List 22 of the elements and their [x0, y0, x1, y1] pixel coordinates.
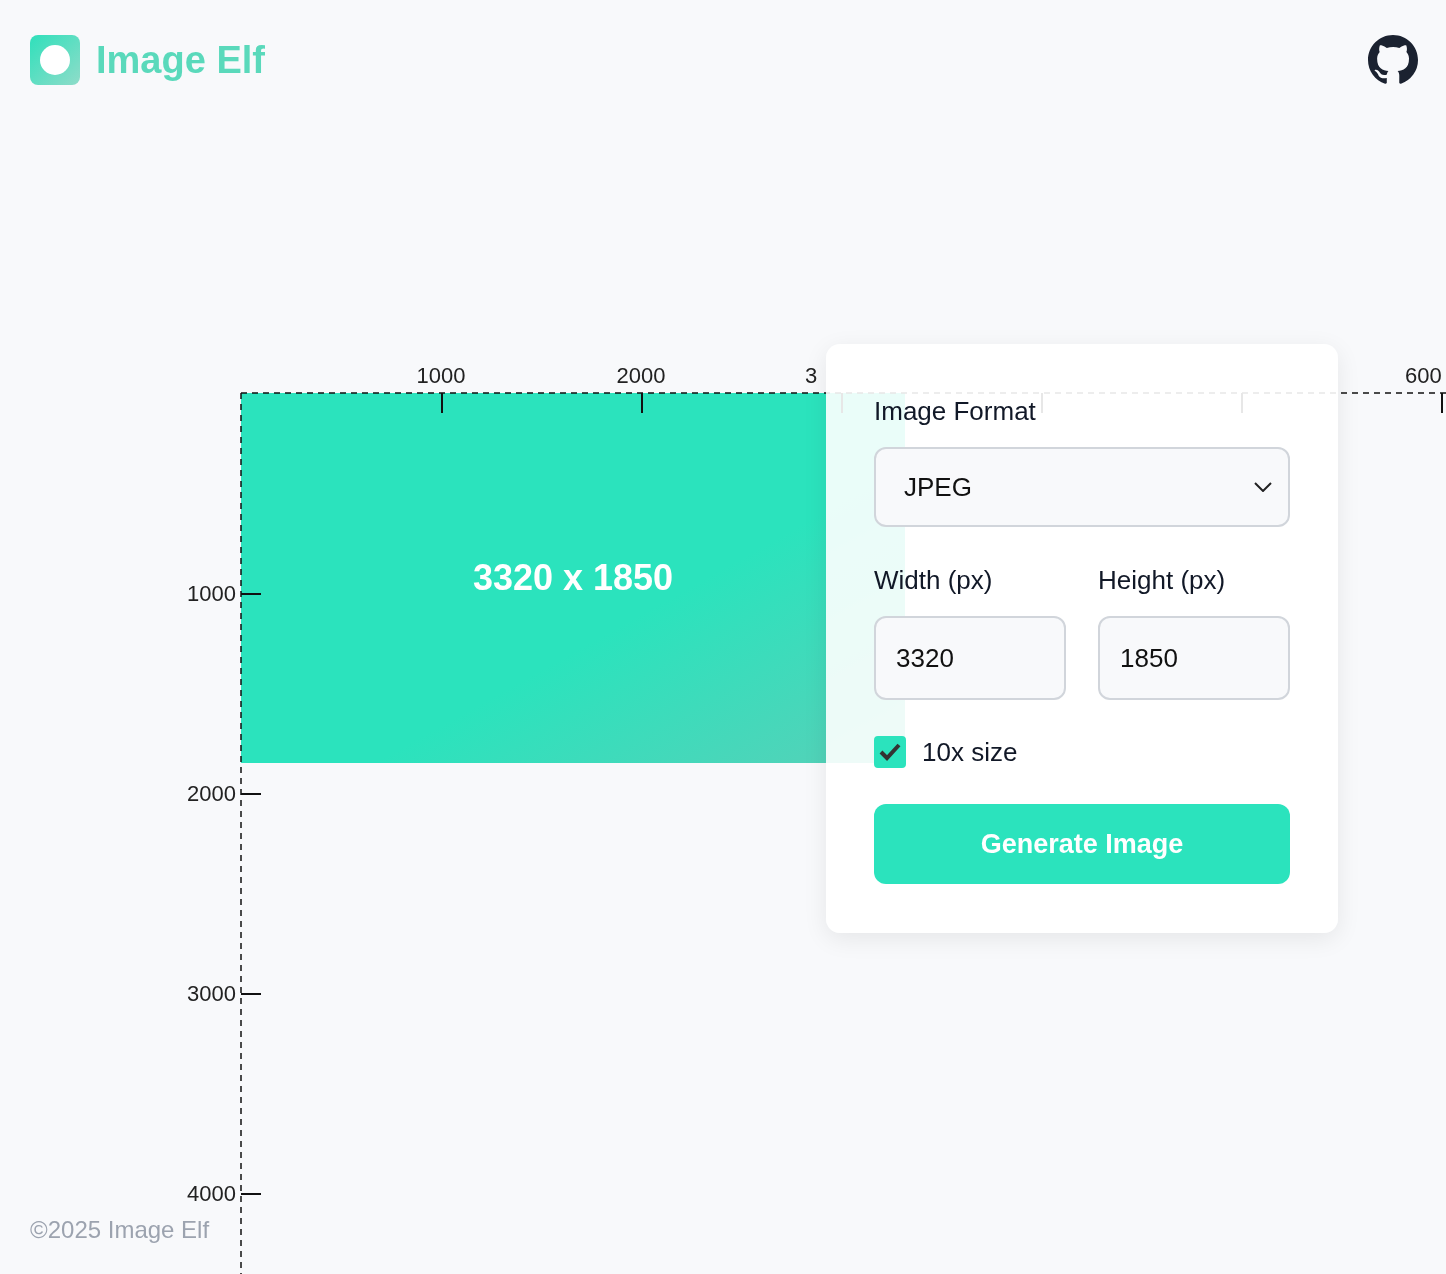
field-label: Width (px)	[874, 565, 994, 596]
ruler-label: 1000	[187, 581, 236, 606]
ruler-label: 2000	[616, 363, 666, 388]
ruler-label: 1000	[416, 363, 466, 388]
width-input[interactable]: 3320	[874, 616, 1066, 700]
image-size-label: 3320 x 1850	[472, 557, 674, 598]
github-icon[interactable]	[1368, 35, 1418, 85]
chevron-down-icon	[1254, 482, 1272, 492]
checkbox-label: 10x size	[922, 736, 1018, 768]
height-input[interactable]: 1850	[1098, 616, 1290, 700]
ruler-label: 3000	[187, 981, 236, 1006]
ruler-label: 3	[805, 363, 818, 388]
field-label: Height (px)	[1098, 565, 1227, 596]
format-select[interactable]: JPEG	[874, 447, 1290, 527]
logo-icon	[30, 35, 80, 85]
ruler-label: 600	[1405, 363, 1442, 388]
field-label: Image Format	[874, 396, 1037, 427]
checkbox[interactable]	[874, 736, 906, 768]
app-title: Image Elf	[96, 38, 265, 82]
ruler-label: 4000	[187, 1181, 236, 1206]
copyright-text: ©2025 Image Elf	[30, 1216, 210, 1244]
ruler-label: 2000	[187, 781, 236, 806]
